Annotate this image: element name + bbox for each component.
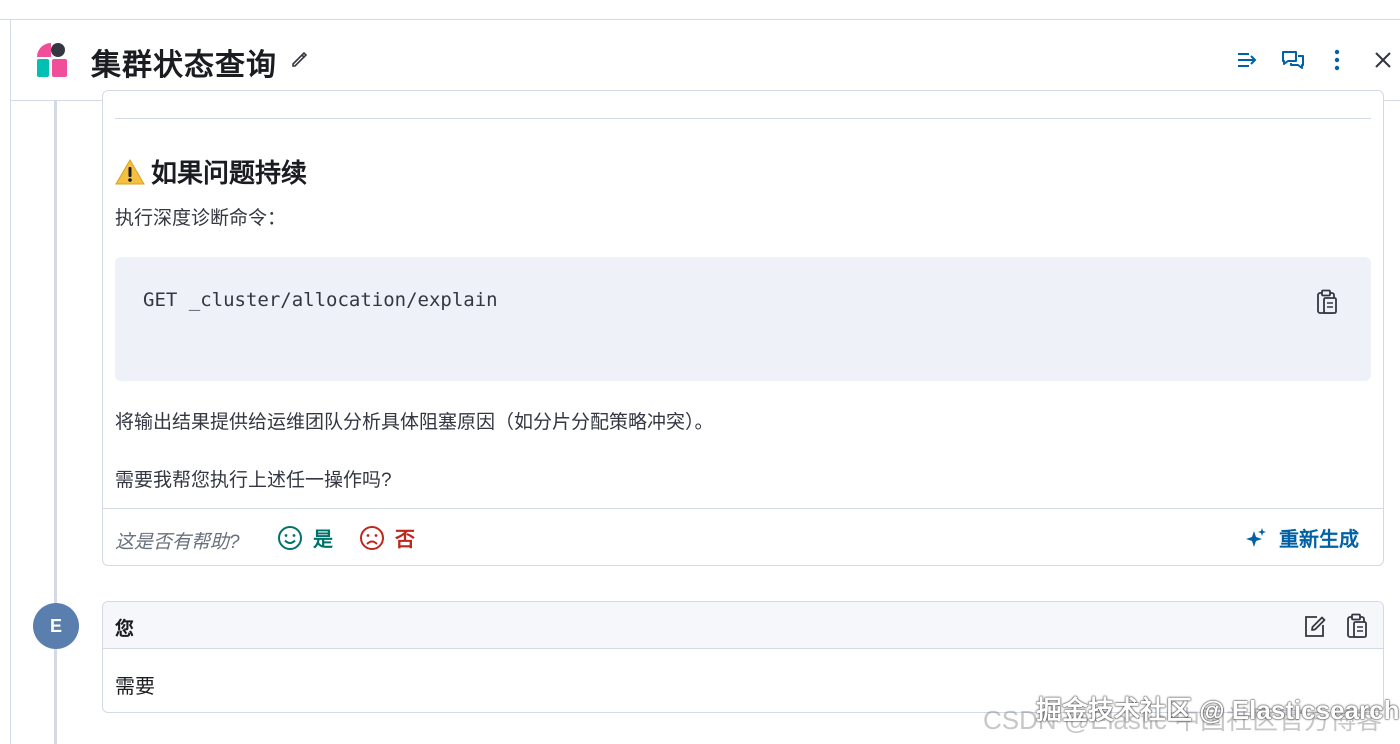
logo-icon (37, 43, 67, 77)
copy-clipboard-icon[interactable] (1345, 613, 1369, 639)
more-vertical-icon[interactable] (1325, 48, 1349, 72)
code-block: GET _cluster/allocation/explain (115, 257, 1371, 381)
smiley-icon (278, 525, 302, 550)
list-indent-icon[interactable] (1235, 48, 1259, 72)
regenerate-label: 重新生成 (1279, 529, 1359, 551)
feedback-no-label: 否 (395, 529, 415, 551)
pencil-icon[interactable] (290, 50, 308, 68)
sparkles-icon (1246, 527, 1266, 547)
section-divider (115, 118, 1371, 119)
user-message-header: 您 (103, 602, 1383, 649)
section-heading: 如果问题持续 (115, 153, 307, 190)
sad-face-icon (360, 525, 384, 550)
question-text: 需要我帮您执行上述任一操作吗? (115, 470, 392, 491)
feedback-no-button[interactable]: 否 (359, 523, 415, 552)
feedback-yes-button[interactable]: 是 (277, 523, 333, 552)
watermark-line-2: 掘金技术社区 @ Elasticsearch (1036, 695, 1400, 725)
user-author-label: 您 (115, 619, 135, 640)
panel-left-border (10, 101, 11, 744)
edit-message-icon[interactable] (1303, 613, 1327, 639)
feedback-bar: 这是否有帮助? 是 否 重新生成 (103, 508, 1383, 566)
chat-bubbles-icon[interactable] (1281, 48, 1305, 72)
close-icon[interactable] (1371, 48, 1395, 72)
user-message-text: 需要 (115, 676, 155, 698)
intro-text: 执行深度诊断命令： (115, 208, 287, 229)
warning-icon (115, 158, 145, 184)
feedback-yes-label: 是 (313, 529, 333, 551)
followup-text: 将输出结果提供给运维团队分析具体阻塞原因（如分片分配策略冲突）。 (115, 412, 714, 433)
regenerate-button[interactable]: 重新生成 (1245, 523, 1359, 552)
flyout-header: 集群状态查询 (10, 20, 1400, 101)
section-heading-text: 如果问题持续 (151, 158, 308, 188)
helpful-question: 这是否有帮助? (115, 532, 240, 553)
top-strip (0, 0, 1400, 20)
code-text[interactable]: GET _cluster/allocation/explain (143, 289, 498, 311)
user-avatar: E (33, 603, 79, 649)
copy-clipboard-icon[interactable] (1315, 289, 1339, 315)
assistant-message-card: 如果问题持续 执行深度诊断命令： GET _cluster/allocation… (102, 90, 1384, 566)
conversation-title: 集群状态查询 (91, 49, 277, 82)
